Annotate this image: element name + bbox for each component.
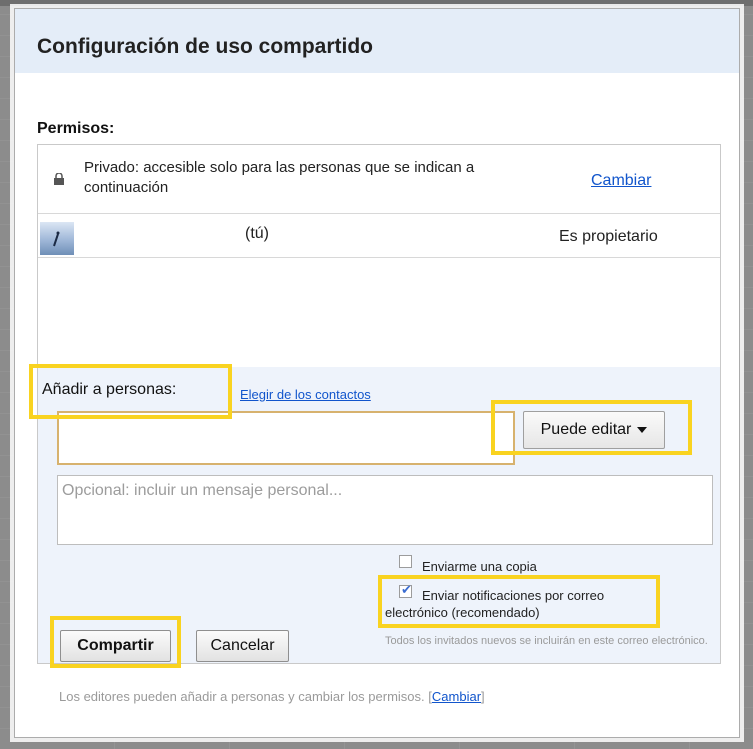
- owner-name: (tú): [245, 225, 269, 242]
- dialog-title: Configuración de uso compartido: [37, 35, 374, 58]
- dialog-title-bar: Configuración de uso compartido: [15, 9, 739, 73]
- notify-note: Todos los invitados nuevos se incluirán …: [385, 635, 708, 647]
- send-copy-checkbox[interactable]: [399, 555, 412, 568]
- cancel-button[interactable]: Cancelar: [196, 630, 289, 662]
- notify-checkbox[interactable]: ✔: [399, 582, 412, 598]
- notify-label-line1: Enviar notificaciones por correo: [422, 588, 605, 603]
- checkmark-icon: ✔: [401, 582, 412, 597]
- send-copy-label: Enviarme una copia: [422, 559, 537, 574]
- footer-note-text: Los editores pueden añadir a personas y …: [59, 689, 425, 704]
- notify-label-line2: electrónico (recomendado): [385, 605, 540, 620]
- footer-bracket-close: ]: [481, 689, 485, 704]
- share-button[interactable]: Compartir: [60, 630, 171, 662]
- choose-contacts-link[interactable]: Elegir de los contactos: [240, 387, 371, 402]
- top-strip: [0, 0, 753, 6]
- add-people-section: Añadir a personas: Elegir de los contact…: [38, 367, 720, 663]
- avatar-figure-icon: [53, 231, 60, 247]
- permissions-label: Permisos:: [37, 120, 115, 137]
- avatar: [40, 222, 74, 255]
- footer-change-link[interactable]: Cambiar: [432, 689, 481, 704]
- permission-row-private: Privado: accesible solo para las persona…: [38, 145, 720, 214]
- role-dropdown[interactable]: Puede editar: [523, 411, 665, 449]
- lock-icon: [54, 173, 64, 185]
- permissions-list: Privado: accesible solo para las persona…: [37, 144, 721, 664]
- owner-role: Es propietario: [559, 228, 658, 245]
- add-people-label: Añadir a personas:: [42, 381, 177, 398]
- private-description: Privado: accesible solo para las persona…: [84, 159, 475, 196]
- role-dropdown-label: Puede editar: [540, 421, 632, 438]
- change-visibility-link[interactable]: Cambiar: [591, 172, 651, 190]
- share-settings-dialog: Configuración de uso compartido Permisos…: [14, 8, 740, 738]
- add-people-input[interactable]: [57, 411, 515, 465]
- caret-down-icon: [637, 427, 648, 433]
- footer-note: Los editores pueden añadir a personas y …: [59, 689, 485, 704]
- personal-message-input[interactable]: Opcional: incluir un mensaje personal...: [57, 475, 713, 545]
- permission-row-owner: (tú) Es propietario: [38, 213, 720, 258]
